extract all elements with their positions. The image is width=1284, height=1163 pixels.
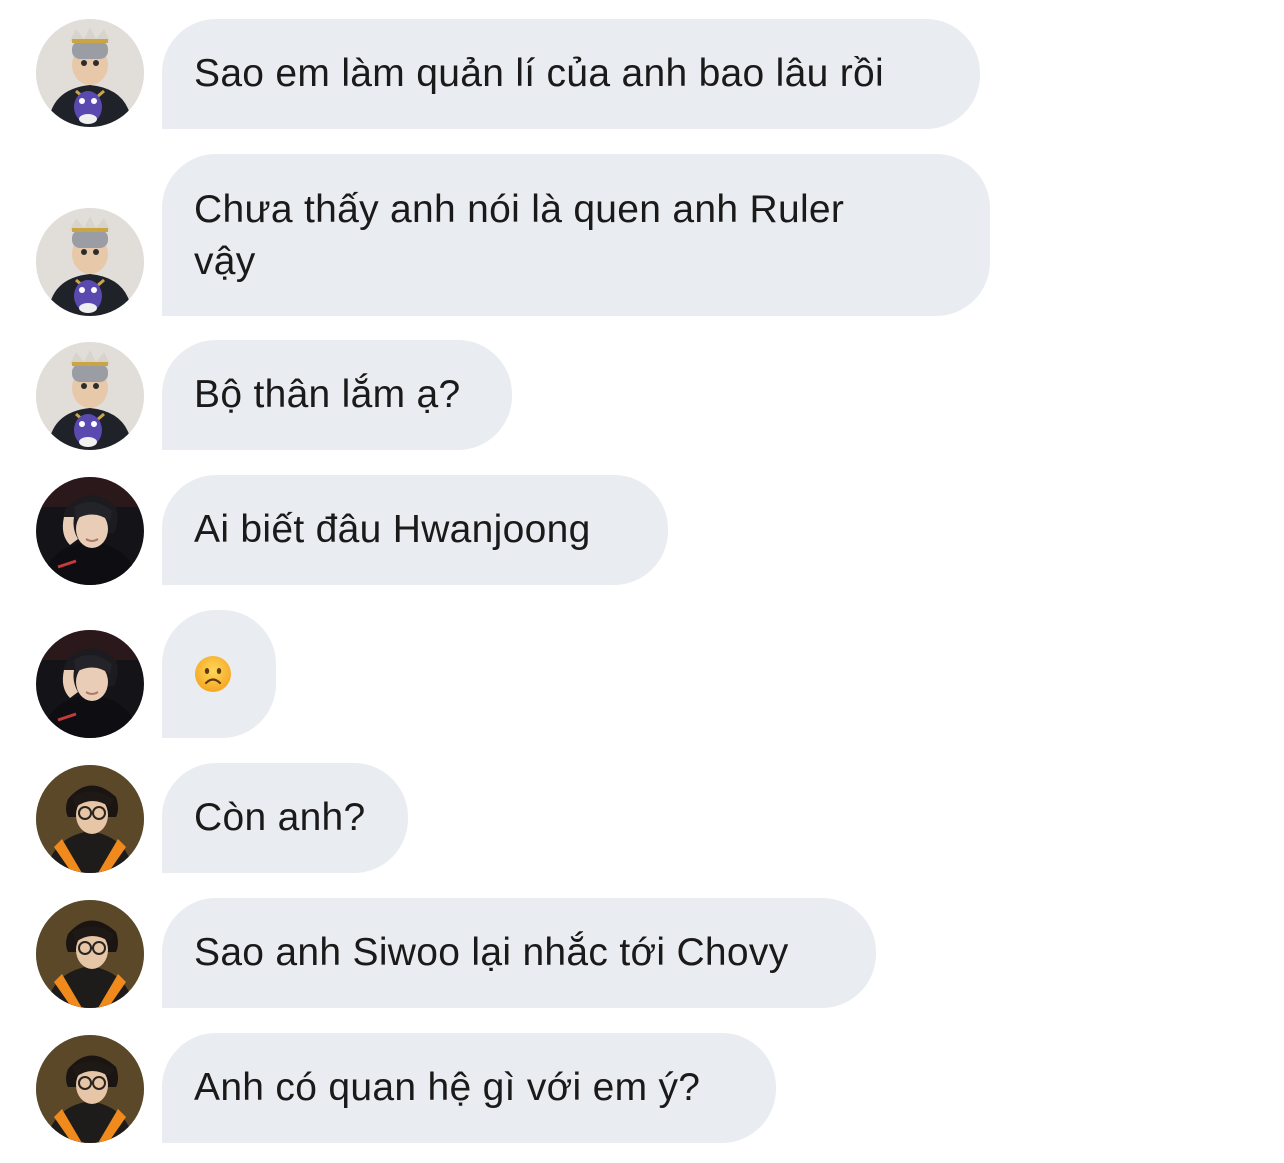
message-text: Sao anh Siwoo lại nhắc tới Chovy (194, 931, 789, 974)
avatar-image (36, 630, 144, 738)
message-row: Sao em làm quản lí của anh bao lâu rồi (0, 19, 1284, 129)
message-bubble[interactable]: Sao em làm quản lí của anh bao lâu rồi (162, 19, 980, 129)
message-bubble[interactable]: Sao anh Siwoo lại nhắc tới Chovy (162, 898, 876, 1008)
message-row: Bộ thân lắm ạ? (0, 340, 1284, 450)
avatar[interactable] (36, 900, 144, 1008)
chat-thread[interactable]: Sao em làm quản lí của anh bao lâu rồi C… (0, 0, 1284, 1163)
message-bubble[interactable]: Còn anh? (162, 763, 408, 873)
message-bubble[interactable]: Ai biết đâu Hwanjoong (162, 475, 668, 585)
avatar[interactable] (36, 1035, 144, 1143)
avatar[interactable] (36, 19, 144, 127)
message-text: Còn anh? (194, 796, 366, 839)
avatar[interactable] (36, 765, 144, 873)
avatar[interactable] (36, 342, 144, 450)
message-bubble[interactable]: Chưa thấy anh nói là quen anh Ruler vậy (162, 154, 990, 316)
message-text: Sao em làm quản lí của anh bao lâu rồi (194, 52, 884, 95)
avatar-image (36, 900, 144, 1008)
avatar-image (36, 1035, 144, 1143)
avatar[interactable] (36, 630, 144, 738)
avatar[interactable] (36, 477, 144, 585)
avatar[interactable] (36, 208, 144, 316)
message-bubble[interactable] (162, 610, 276, 738)
avatar-image (36, 19, 144, 127)
avatar-image (36, 765, 144, 873)
message-row: Chưa thấy anh nói là quen anh Ruler vậy (0, 154, 1284, 316)
message-text: Chưa thấy anh nói là quen anh Ruler vậy (194, 188, 845, 283)
message-text: Ai biết đâu Hwanjoong (194, 508, 591, 551)
message-row: Anh có quan hệ gì với em ý? (0, 1033, 1284, 1143)
message-bubble[interactable]: Anh có quan hệ gì với em ý? (162, 1033, 776, 1143)
message-row (0, 610, 1284, 738)
avatar-image (36, 477, 144, 585)
frowning-face-emoji (195, 656, 231, 692)
avatar-image (36, 208, 144, 316)
avatar-image (36, 342, 144, 450)
message-text: Bộ thân lắm ạ? (194, 373, 461, 416)
message-bubble[interactable]: Bộ thân lắm ạ? (162, 340, 512, 450)
message-row: Sao anh Siwoo lại nhắc tới Chovy (0, 898, 1284, 1008)
message-row: Còn anh? (0, 763, 1284, 873)
message-row: Ai biết đâu Hwanjoong (0, 475, 1284, 585)
message-text: Anh có quan hệ gì với em ý? (194, 1066, 701, 1109)
